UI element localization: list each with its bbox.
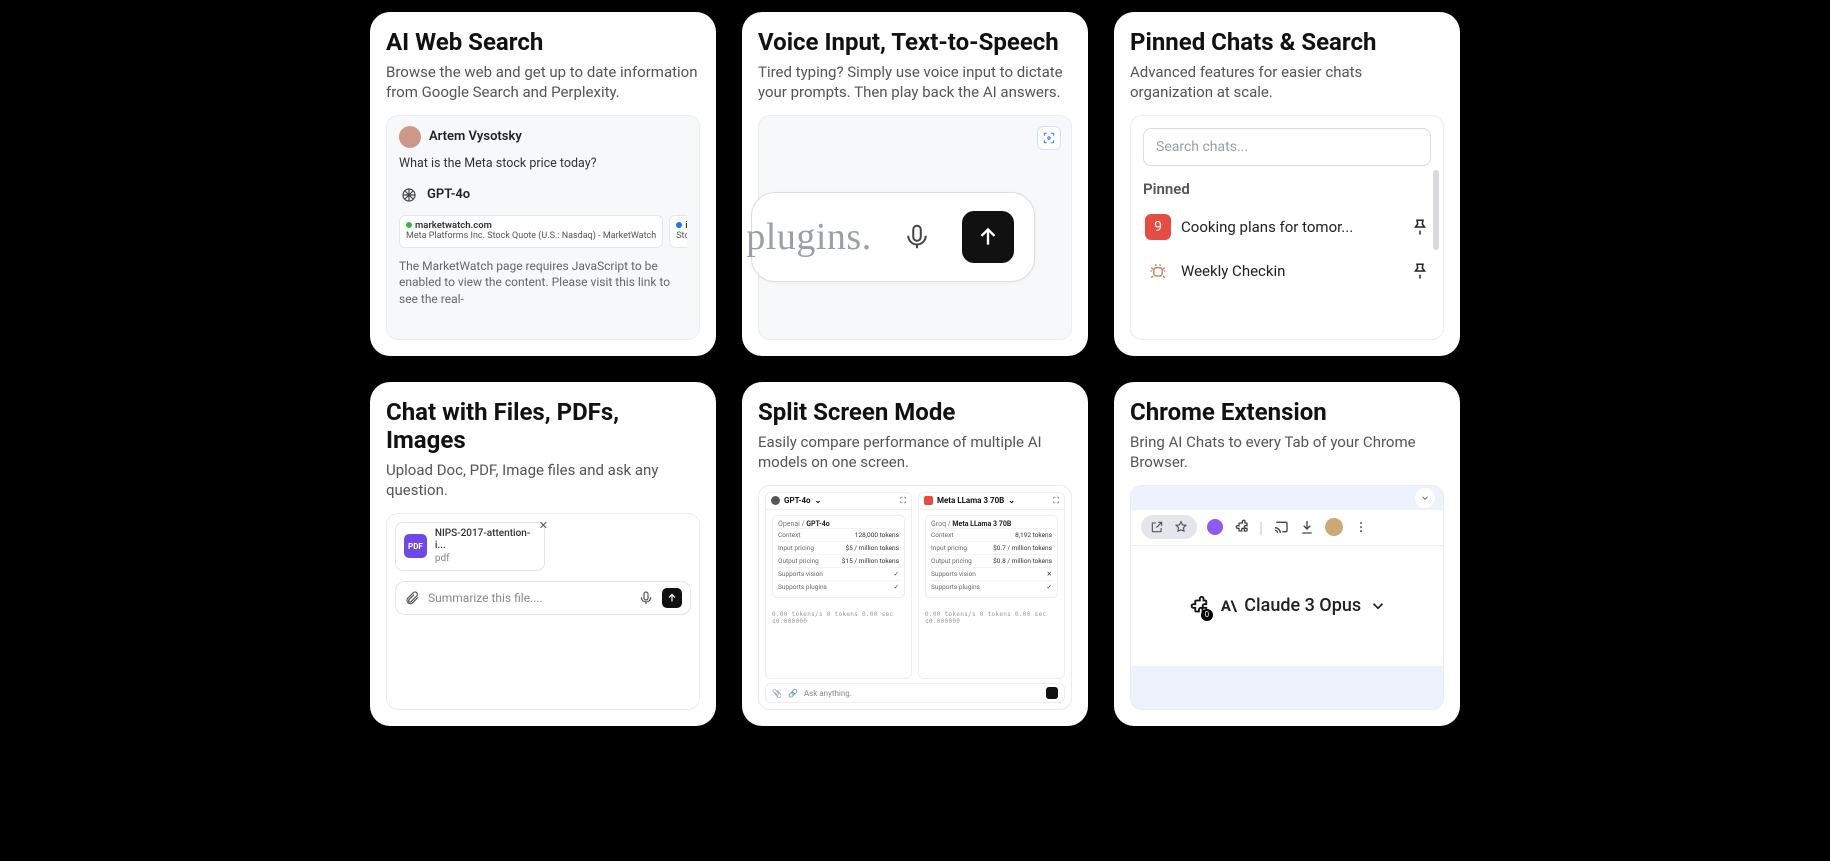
model-selector[interactable]: A\ Claude 3 Opus [1221, 595, 1387, 616]
anthropic-icon: A\ [1221, 597, 1236, 615]
source-list: marketwatch.com Meta Platforms Inc. Stoc… [399, 215, 687, 248]
openai-icon [771, 496, 780, 505]
chevron-down-icon [1369, 597, 1387, 615]
model-name: GPT-4o [427, 187, 470, 202]
card-ai-web-search: AI Web Search Browse the web and get up … [370, 12, 716, 356]
cast-icon[interactable] [1273, 519, 1289, 535]
chat-provider-icon: 9 [1145, 214, 1171, 240]
send-button[interactable] [1046, 687, 1058, 699]
chrome-preview: | 0 A\ Claude 3 Opus [1130, 485, 1444, 711]
send-button[interactable] [662, 588, 682, 608]
card-title: Chat with Files, PDFs, Images [386, 398, 700, 454]
voice-preview: plugins. [758, 115, 1072, 341]
ai-search-preview: Artem Vysotsky What is the Meta stock pr… [386, 115, 700, 341]
groq-icon [924, 496, 933, 505]
model-name: Claude 3 Opus [1244, 595, 1361, 616]
card-desc: Easily compare performance of multiple A… [758, 432, 1072, 473]
search-input[interactable]: Search chats... [1143, 128, 1431, 166]
card-title: AI Web Search [386, 28, 700, 56]
microphone-icon[interactable] [896, 216, 938, 258]
composer-input[interactable]: 📎 🔗 Ask anything. [765, 683, 1065, 703]
pdf-icon: PDF [404, 534, 427, 558]
card-voice-input: Voice Input, Text-to-Speech Tired typing… [742, 12, 1088, 356]
source-card[interactable]: marketwatch.com Meta Platforms Inc. Stoc… [399, 215, 663, 248]
token-stats: 0.00 tokens/s 0 tokens 0.00 sec ¢0.00000… [919, 608, 1064, 628]
expand-icon[interactable]: ⛶ [900, 496, 906, 506]
model-selector[interactable]: Meta LLama 3 70B⌄ ⛶ [919, 493, 1064, 510]
list-item[interactable]: Weekly Checkin [1143, 252, 1431, 290]
card-desc: Bring AI Chats to every Tab of your Chro… [1130, 432, 1444, 473]
pin-icon[interactable] [1411, 262, 1429, 280]
extension-dot-icon[interactable] [1207, 519, 1223, 535]
paperclip-icon[interactable] [404, 590, 420, 606]
response-text: The MarketWatch page requires JavaScript… [399, 258, 687, 308]
chevron-down-icon: ⌄ [1008, 496, 1015, 505]
file-chip[interactable]: PDF NIPS-2017-attention-i... pdf ✕ [395, 522, 545, 572]
paperclip-icon[interactable]: 📎 [772, 689, 782, 698]
composer-placeholder: Ask anything. [804, 689, 852, 698]
source-dot-icon [676, 222, 682, 228]
microphone-icon[interactable] [638, 590, 654, 606]
scrollbar[interactable] [1433, 170, 1439, 250]
send-button[interactable] [962, 211, 1014, 263]
extension-puzzle-icon[interactable]: 0 [1187, 595, 1209, 617]
model-info-box: Openai / GPT-4o Context128,000 tokens In… [772, 515, 905, 598]
browser-url-bar [1131, 486, 1443, 510]
user-name: Artem Vysotsky [429, 129, 522, 144]
chat-provider-icon [1145, 258, 1171, 284]
source-dot-icon [406, 222, 412, 228]
link-icon[interactable]: 🔗 [788, 689, 798, 698]
user-question: What is the Meta stock price today? [399, 156, 687, 171]
composer-placeholder: Summarize this file.... [428, 591, 630, 605]
card-desc: Advanced features for easier chats organ… [1130, 62, 1444, 103]
capture-icon[interactable] [1037, 126, 1061, 150]
chat-title: Weekly Checkin [1181, 262, 1401, 280]
file-name: NIPS-2017-attention-i... [435, 528, 536, 553]
source-card[interactable]: investor.fb.com Stock Info - Meta Invest… [669, 215, 687, 248]
section-label-pinned: Pinned [1143, 180, 1431, 198]
split-column-right: Meta LLama 3 70B⌄ ⛶ Groq / Meta LLama 3 … [918, 492, 1065, 680]
open-icon[interactable] [1149, 519, 1165, 535]
card-title: Pinned Chats & Search [1130, 28, 1444, 56]
file-ext: pdf [435, 553, 536, 566]
list-item[interactable]: 9 Cooking plans for tomor... [1143, 208, 1431, 246]
close-icon[interactable]: ✕ [539, 519, 548, 532]
card-chrome-extension: Chrome Extension Bring AI Chats to every… [1114, 382, 1460, 726]
card-title: Split Screen Mode [758, 398, 1072, 426]
avatar[interactable] [1325, 518, 1343, 536]
puzzle-icon[interactable] [1233, 519, 1249, 535]
browser-toolbar: | [1131, 510, 1443, 546]
model-info-box: Groq / Meta LLama 3 70B Context8,192 tok… [925, 515, 1058, 598]
card-desc: Upload Doc, PDF, Image files and ask any… [386, 460, 700, 501]
card-chat-with-files: Chat with Files, PDFs, Images Upload Doc… [370, 382, 716, 726]
expand-icon[interactable]: ⛶ [1053, 496, 1059, 506]
pin-icon[interactable] [1411, 218, 1429, 236]
extension-count-badge: 0 [1201, 609, 1213, 621]
chat-title: Cooking plans for tomor... [1181, 218, 1401, 236]
pinned-preview: Search chats... Pinned 9 Cooking plans f… [1130, 115, 1444, 341]
composer-input[interactable]: Summarize this file.... [395, 581, 691, 615]
card-title: Chrome Extension [1130, 398, 1444, 426]
star-icon[interactable] [1173, 519, 1189, 535]
card-desc: Browse the web and get up to date inform… [386, 62, 700, 103]
more-icon[interactable] [1353, 519, 1369, 535]
card-title: Voice Input, Text-to-Speech [758, 28, 1072, 56]
composer-placeholder-text: plugins. [746, 215, 871, 259]
openai-icon [399, 185, 419, 205]
composer-input[interactable]: plugins. [751, 192, 1034, 282]
card-desc: Tired typing? Simply use voice input to … [758, 62, 1072, 103]
search-placeholder: Search chats... [1156, 139, 1248, 155]
chevron-down-icon: ⌄ [815, 496, 822, 505]
split-column-left: GPT-4o⌄ ⛶ Openai / GPT-4o Context128,000… [765, 492, 912, 680]
split-preview: GPT-4o⌄ ⛶ Openai / GPT-4o Context128,000… [758, 485, 1072, 711]
files-preview: PDF NIPS-2017-attention-i... pdf ✕ Summa… [386, 513, 700, 711]
browser-page: 0 A\ Claude 3 Opus [1131, 546, 1443, 666]
avatar [399, 126, 421, 148]
card-pinned-chats: Pinned Chats & Search Advanced features … [1114, 12, 1460, 356]
token-stats: 0.00 tokens/s 0 tokens 0.00 sec ¢0.00000… [766, 608, 911, 628]
model-selector[interactable]: GPT-4o⌄ ⛶ [766, 493, 911, 510]
download-icon[interactable] [1299, 519, 1315, 535]
card-split-screen: Split Screen Mode Easily compare perform… [742, 382, 1088, 726]
chevron-down-icon[interactable] [1415, 488, 1435, 508]
